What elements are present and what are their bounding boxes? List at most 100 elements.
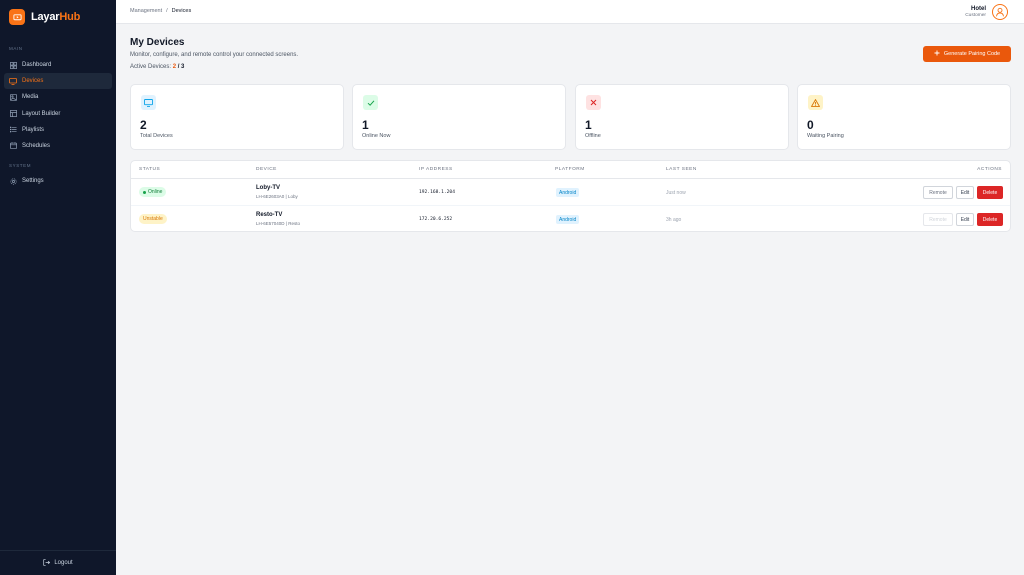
logo-icon [9,9,25,25]
status-badge: Online [139,187,167,197]
column-status: STATUS [139,167,161,172]
check-icon [363,95,378,110]
brand-name: LayarHub [31,11,81,23]
user-info: Hotel Customer [965,6,986,18]
sidebar-item-label: Schedules [22,142,51,149]
platform-badge: Android [556,188,580,197]
brand[interactable]: LayarHub [0,0,116,34]
breadcrumb-separator: / [166,8,168,14]
table-row: Online Loby-TV LH-6E2603A0 | Loby 192.16… [131,179,1010,206]
stat-value: 2 [140,118,147,132]
sidebar: LayarHub MAIN Dashboard Devices Media La… [0,0,116,575]
page-title: My Devices [130,37,185,48]
sidebar-item-label: Layout Builder [22,110,61,117]
delete-button[interactable]: Delete [977,213,1003,226]
user-icon [996,7,1004,17]
sidebar-item-label: Playlists [22,126,45,133]
grid-icon [9,61,17,69]
breadcrumb-management[interactable]: Management [130,8,162,14]
stat-card-total-devices: 2 Total Devices [130,84,344,150]
status-text: Online [148,189,163,195]
stat-value: 1 [585,118,592,132]
stat-card-waiting-pairing: 0 Waiting Pairing [797,84,1011,150]
device-id: LH-6E2603A0 | Loby [256,194,298,199]
image-icon [9,93,17,101]
row-actions: Remote Edit Delete [923,186,1003,199]
page-subtitle: Monitor, configure, and remote control y… [130,52,299,58]
active-devices-separator: / [177,64,180,70]
table-header: STATUS DEVICE IP ADDRESS PLATFORM LAST S… [131,161,1010,179]
plus-icon [934,50,940,58]
sidebar-item-label: Devices [22,78,44,85]
logout-button[interactable]: Logout [43,558,73,568]
monitor-icon [9,77,17,85]
sidebar-item-label: Settings [22,178,44,184]
breadcrumb: Management / Devices [130,8,191,14]
remote-button[interactable]: Remote [923,186,953,199]
stat-label: Offline [585,133,601,139]
stat-label: Waiting Pairing [807,133,844,139]
sidebar-item-settings[interactable]: Settings [4,173,112,189]
warning-icon [808,95,823,110]
remote-button[interactable]: Remote [923,213,953,226]
stat-value: 0 [807,118,814,132]
breadcrumb-current: Devices [171,8,192,14]
sidebar-item-label: Media [22,94,39,101]
active-devices-summary: Active Devices: 2 / 3 [130,64,184,70]
sidebar-item-playlists[interactable]: Playlists [4,122,112,138]
status-badge: Unstable [139,214,167,224]
list-icon [9,126,17,134]
table-row: Unstable Resto-TV LH-6E57040D | Resto 17… [131,206,1010,233]
device-ip: 192.168.1.204 [419,190,455,195]
last-seen: 3h ago [666,217,682,223]
edit-button[interactable]: Edit [956,186,974,199]
stat-card-online-now: 1 Online Now [352,84,566,150]
row-actions: Remote Edit Delete [923,213,1003,226]
status-dot-icon [143,190,146,194]
user-name: Hotel [971,6,986,12]
user-role: Customer [965,13,986,18]
column-last-seen: LAST SEEN [666,167,697,172]
active-devices-count: 2 [172,64,177,70]
stat-label: Total Devices [140,133,173,139]
calendar-icon [9,142,17,150]
platform-badge: Android [556,215,580,224]
stat-card-offline: 1 Offline [575,84,789,150]
layout-icon [9,110,17,118]
section-label-system: SYSTEM [9,163,32,168]
logout-icon [43,558,51,568]
column-platform: PLATFORM [555,167,585,172]
stat-value: 1 [362,118,369,132]
user-menu[interactable]: Hotel Customer [965,4,1008,20]
device-name: Loby-TV [256,185,280,191]
sidebar-nav: Dashboard Devices Media Layout Builder P… [4,57,112,154]
avatar[interactable] [992,4,1008,20]
edit-button[interactable]: Edit [956,213,974,226]
stat-label: Online Now [362,133,391,139]
active-devices-total: 3 [181,64,185,70]
devices-table: STATUS DEVICE IP ADDRESS PLATFORM LAST S… [130,160,1011,232]
delete-button[interactable]: Delete [977,186,1003,199]
topbar: Management / Devices Hotel Customer [116,0,1024,24]
generate-pairing-code-button[interactable]: Generate Pairing Code [923,46,1011,62]
column-ip-address: IP ADDRESS [419,167,453,172]
device-id: LH-6E57040D | Resto [256,221,300,226]
section-label-main: MAIN [9,46,23,51]
sidebar-item-layout-builder[interactable]: Layout Builder [4,106,112,122]
status-text: Unstable [143,216,163,222]
sidebar-footer: Logout [0,550,116,575]
column-device: DEVICE [256,167,277,172]
sidebar-item-media[interactable]: Media [4,89,112,105]
device-name: Resto-TV [256,212,283,218]
last-seen: Just now [666,190,686,196]
device-ip: 172.20.6.252 [419,217,453,222]
generate-pairing-code-label: Generate Pairing Code [943,51,1001,57]
sidebar-item-dashboard[interactable]: Dashboard [4,57,112,73]
sidebar-system-nav: Settings [4,173,112,189]
column-actions: ACTIONS [977,167,1002,172]
sidebar-item-schedules[interactable]: Schedules [4,138,112,154]
active-devices-label: Active Devices: [130,64,172,70]
logout-label: Logout [54,560,73,566]
sidebar-item-devices[interactable]: Devices [4,73,112,90]
sidebar-item-label: Dashboard [22,62,52,68]
